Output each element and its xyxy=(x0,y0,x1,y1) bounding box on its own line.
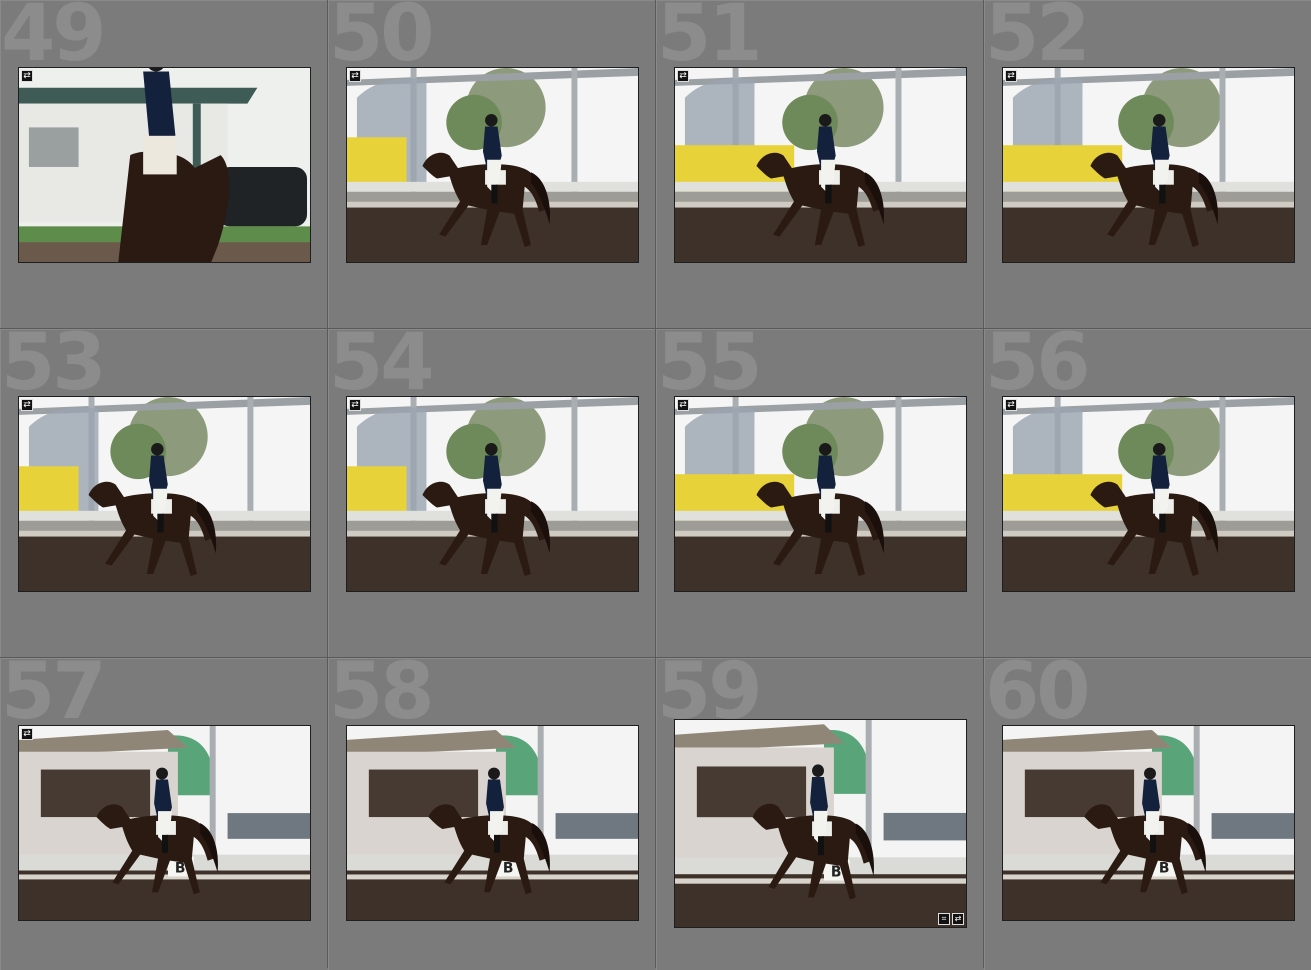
photo-thumbnail[interactable]: ⇄ xyxy=(1002,396,1295,592)
photo-thumbnail[interactable]: B xyxy=(346,725,639,921)
svg-text:B: B xyxy=(175,861,186,877)
photo-thumbnail[interactable]: ⇄ xyxy=(346,396,639,592)
thumbnail-grid: 49 ⇄ 50 ⇄ 51 ⇄ 52 ⇄ 53 ⇄ 54 ⇄ 55 ⇄ 56 ⇄ … xyxy=(0,0,1311,970)
photo-thumbnail[interactable]: ⇄ xyxy=(1002,67,1295,263)
grid-cell[interactable]: 55 ⇄ xyxy=(656,329,983,657)
cell-index-number: 50 xyxy=(329,0,435,79)
cell-index-number: 57 xyxy=(1,658,107,737)
grid-cell[interactable]: 51 ⇄ xyxy=(656,0,983,328)
grid-cell[interactable]: 60 B xyxy=(984,658,1311,970)
cell-index-number: 60 xyxy=(985,658,1091,737)
grid-cell[interactable]: 57 B ⇄ xyxy=(0,658,327,970)
grid-cell[interactable]: 49 ⇄ xyxy=(0,0,327,328)
cell-index-number: 52 xyxy=(985,0,1091,79)
svg-text:B: B xyxy=(1159,861,1170,877)
photo-thumbnail[interactable]: ⇄ xyxy=(674,396,967,592)
develop-settings-icon[interactable]: ⇄ xyxy=(21,70,33,82)
svg-text:B: B xyxy=(503,861,514,877)
cell-index-number: 54 xyxy=(329,329,435,408)
svg-text:B: B xyxy=(831,864,842,880)
cell-index-number: 53 xyxy=(1,329,107,408)
develop-settings-icon[interactable]: ⇄ xyxy=(21,399,33,411)
badge-group: ⌗ ⇄ xyxy=(938,913,964,925)
develop-settings-icon[interactable]: ⇄ xyxy=(349,70,361,82)
photo-thumbnail[interactable]: ⇄ xyxy=(18,67,311,263)
photo-thumbnail[interactable]: B ⇄ xyxy=(18,725,311,921)
develop-settings-icon[interactable]: ⇄ xyxy=(952,913,964,925)
grid-cell[interactable]: 50 ⇄ xyxy=(328,0,655,328)
photo-thumbnail[interactable]: ⇄ xyxy=(346,67,639,263)
develop-settings-icon[interactable]: ⇄ xyxy=(677,399,689,411)
cell-index-number: 51 xyxy=(657,0,763,79)
cell-index-number: 58 xyxy=(329,658,435,737)
develop-settings-icon[interactable]: ⇄ xyxy=(21,728,33,740)
develop-settings-icon[interactable]: ⇄ xyxy=(1005,70,1017,82)
cell-index-number: 49 xyxy=(1,0,107,79)
grid-cell[interactable]: 59 B ⌗ ⇄ xyxy=(656,658,983,970)
develop-settings-icon[interactable]: ⇄ xyxy=(677,70,689,82)
photo-thumbnail[interactable]: ⇄ xyxy=(674,67,967,263)
cell-index-number: 56 xyxy=(985,329,1091,408)
photo-thumbnail[interactable]: B xyxy=(1002,725,1295,921)
grid-cell[interactable]: 52 ⇄ xyxy=(984,0,1311,328)
photo-thumbnail[interactable]: B ⌗ ⇄ xyxy=(674,719,967,928)
grid-cell[interactable]: 58 B xyxy=(328,658,655,970)
develop-settings-icon[interactable]: ⇄ xyxy=(349,399,361,411)
crop-icon[interactable]: ⌗ xyxy=(938,913,950,925)
grid-cell[interactable]: 56 ⇄ xyxy=(984,329,1311,657)
cell-index-number: 55 xyxy=(657,329,763,408)
photo-thumbnail[interactable]: ⇄ xyxy=(18,396,311,592)
develop-settings-icon[interactable]: ⇄ xyxy=(1005,399,1017,411)
grid-cell[interactable]: 53 ⇄ xyxy=(0,329,327,657)
grid-cell[interactable]: 54 ⇄ xyxy=(328,329,655,657)
